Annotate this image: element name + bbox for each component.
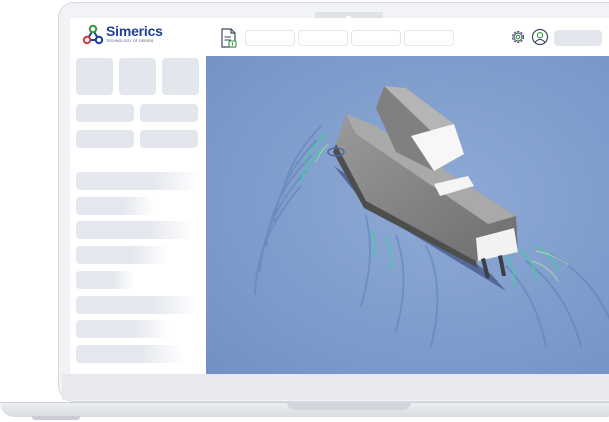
brand-logo[interactable]: Simerics TECHNOLOGY OF DESIGN: [82, 22, 182, 48]
user-icon[interactable]: [531, 28, 549, 46]
tab-3[interactable]: [351, 30, 401, 46]
file-icon[interactable]: [220, 28, 238, 48]
tab-1[interactable]: [245, 30, 295, 46]
list-item[interactable]: [76, 221, 196, 239]
tab-2[interactable]: [298, 30, 348, 46]
sidebar-button[interactable]: [76, 130, 134, 148]
list-item[interactable]: [76, 197, 154, 215]
simulation-viewport[interactable]: [206, 56, 609, 374]
list-item[interactable]: [76, 172, 200, 190]
brand-tagline: TECHNOLOGY OF DESIGN: [106, 39, 154, 43]
sidebar-button[interactable]: [140, 104, 198, 122]
settings-icon[interactable]: [509, 28, 527, 46]
laptop-base-groove: [287, 402, 411, 410]
simerics-logo-icon: [82, 24, 104, 45]
user-menu[interactable]: [554, 30, 602, 46]
sidebar-tile[interactable]: [76, 58, 113, 95]
brand-name: Simerics: [106, 23, 163, 39]
laptop-foot: [32, 416, 80, 420]
list-item[interactable]: [76, 320, 170, 338]
sidebar: [70, 56, 206, 374]
sidebar-button[interactable]: [76, 104, 134, 122]
app-header: Simerics TECHNOLOGY OF DESIGN: [70, 18, 609, 57]
list-item[interactable]: [76, 271, 136, 289]
list-item[interactable]: [76, 246, 168, 264]
laptop-chin: [62, 374, 609, 400]
sidebar-tile[interactable]: [162, 58, 199, 95]
tab-4[interactable]: [404, 30, 454, 46]
list-item[interactable]: [76, 345, 184, 363]
sidebar-tile[interactable]: [119, 58, 156, 95]
wake-scene: [206, 56, 609, 374]
sidebar-button[interactable]: [140, 130, 198, 148]
app-screen: Simerics TECHNOLOGY OF DESIGN: [70, 18, 609, 374]
list-item[interactable]: [76, 296, 200, 314]
